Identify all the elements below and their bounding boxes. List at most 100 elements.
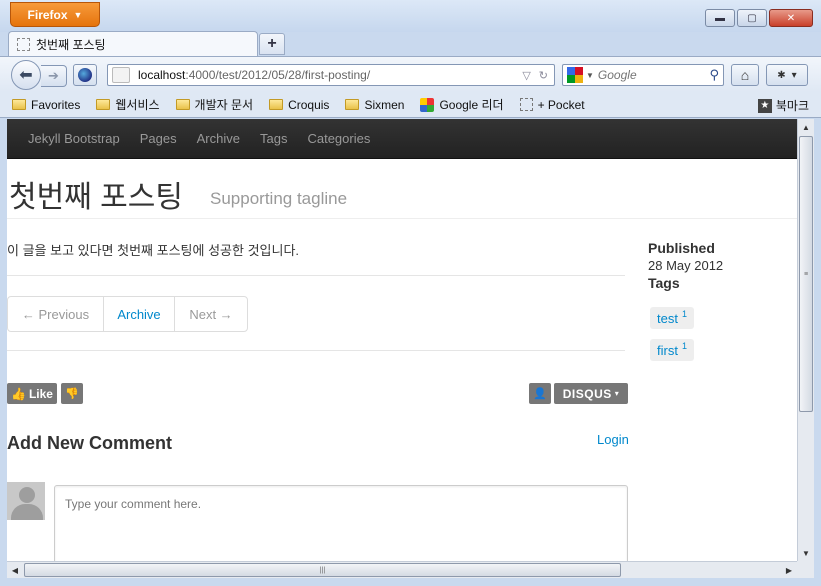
disqus-menu-button[interactable]: DISQUS ▾: [554, 383, 628, 404]
scroll-right-arrow-icon[interactable]: ▶: [781, 562, 797, 578]
site-navbar: Jekyll Bootstrap Pages Archive Tags Cate…: [7, 119, 797, 159]
address-bar[interactable]: localhost:4000/test/2012/05/28/first-pos…: [107, 64, 555, 86]
tools-button[interactable]: ✱ ▾: [766, 64, 808, 86]
avatar-body-icon: [11, 504, 43, 520]
bookmark-sixmen[interactable]: Sixmen: [345, 98, 404, 112]
disqus-logo-label: DISQUS: [562, 386, 612, 401]
globe-icon: [78, 68, 92, 82]
window-frame-left: [0, 119, 7, 586]
addon-icon: ✱: [777, 69, 786, 81]
url-actions: ▽ ↻: [522, 69, 554, 82]
tag-count: 1: [681, 341, 687, 351]
star-icon: ★: [757, 98, 772, 113]
bookmark-dev-docs[interactable]: 개발자 문서: [175, 96, 254, 113]
divider: [7, 275, 625, 276]
home-icon: ⌂: [740, 67, 750, 83]
back-arrow-icon: ⬅: [19, 67, 33, 84]
bookmark-croquis[interactable]: Croquis: [269, 98, 329, 112]
login-link[interactable]: Login: [597, 432, 629, 447]
home-button[interactable]: ⌂: [731, 64, 759, 86]
folder-icon: [175, 99, 190, 110]
horizontal-scroll-thumb[interactable]: |||: [24, 563, 621, 577]
addon-globe-button[interactable]: [73, 64, 97, 86]
page-tagline: Supporting tagline: [210, 189, 348, 208]
bookmark-web-services[interactable]: 웹서비스: [96, 96, 160, 113]
chevron-down-icon: ▾: [791, 69, 797, 81]
bookmark-label: 개발자 문서: [194, 98, 254, 112]
bookmarks-menu-button[interactable]: ★ 북마크: [757, 97, 809, 114]
thumbs-down-icon: 👎: [65, 388, 79, 400]
back-forward-group: ➔ ⬅: [11, 60, 69, 90]
window-controls: ▬ ▢ ✕: [705, 9, 813, 27]
nav-link-pages[interactable]: Pages: [140, 131, 177, 146]
minimize-button[interactable]: ▬: [705, 9, 735, 27]
window-frame-right: [814, 119, 821, 586]
disqus-user-button[interactable]: 👤: [529, 383, 551, 404]
bookmark-google-reader[interactable]: Google 리더: [420, 96, 504, 113]
pocket-icon: [519, 98, 533, 111]
reload-icon[interactable]: ↻: [539, 69, 548, 82]
new-tab-button[interactable]: +: [259, 33, 285, 55]
google-engine-icon[interactable]: [567, 67, 583, 83]
nav-link-archive[interactable]: Archive: [197, 131, 240, 146]
scroll-down-arrow-icon[interactable]: ▼: [798, 545, 814, 561]
add-comment-heading: Add New Comment: [7, 433, 173, 453]
scroll-left-arrow-icon[interactable]: ◀: [7, 562, 23, 578]
bookmark-favorites[interactable]: Favorites: [12, 98, 80, 112]
history-dropdown-icon[interactable]: ▽: [522, 69, 530, 82]
like-label: Like: [28, 386, 53, 401]
google-reader-icon: [420, 97, 435, 112]
maximize-button[interactable]: ▢: [737, 9, 767, 27]
bookmarks-toolbar: Favorites 웹서비스 개발자 문서 Croquis Sixmen Goo…: [0, 92, 821, 118]
vertical-scroll-thumb[interactable]: ≡: [799, 136, 813, 412]
chevron-down-icon: ▾: [614, 389, 620, 398]
forward-button[interactable]: ➔: [41, 65, 67, 87]
navigation-toolbar: ➔ ⬅ localhost:4000/test/2012/05/28/first…: [0, 56, 821, 92]
archive-link[interactable]: Archive: [104, 297, 175, 331]
firefox-menu-button[interactable]: Firefox ▼: [10, 2, 100, 27]
tag-test[interactable]: test 1: [650, 307, 694, 329]
avatar-head-icon: [19, 487, 35, 503]
divider: [7, 350, 625, 351]
bookmark-pocket[interactable]: + Pocket: [519, 97, 585, 112]
bookmark-label: Google 리더: [439, 98, 504, 112]
tag-first[interactable]: first 1: [650, 339, 694, 361]
url-host: localhost: [138, 68, 186, 82]
user-icon: 👤: [533, 388, 547, 400]
previous-post-link[interactable]: ← Previous: [8, 297, 104, 331]
horizontal-scrollbar[interactable]: ◀ ||| ▶: [7, 561, 797, 578]
browser-tab[interactable]: 첫번째 포스팅: [8, 31, 258, 57]
next-post-link[interactable]: Next →: [175, 297, 247, 331]
avatar: [7, 482, 45, 520]
firefox-menu-label: Firefox: [27, 7, 68, 22]
bookmark-label: Croquis: [288, 97, 330, 112]
vertical-scrollbar[interactable]: ▲ ≡ ▼: [797, 119, 814, 561]
engine-dropdown-icon[interactable]: ▼: [586, 71, 594, 80]
nav-link-tags[interactable]: Tags: [260, 131, 287, 146]
site-identity-icon[interactable]: [112, 67, 130, 83]
search-bar[interactable]: ▼ ⚲: [562, 64, 724, 86]
published-label: Published: [648, 240, 715, 256]
tag-name: first: [657, 342, 678, 358]
like-button[interactable]: 👍 Like: [7, 383, 57, 404]
page-title: 첫번째 포스팅: [9, 181, 183, 214]
back-button[interactable]: ⬅: [11, 60, 41, 90]
tag-name: test: [657, 310, 678, 326]
site-brand-link[interactable]: Jekyll Bootstrap: [28, 131, 120, 146]
comment-textarea[interactable]: Type your comment here.: [54, 485, 628, 561]
folder-icon: [96, 99, 111, 110]
dislike-button[interactable]: 👎: [61, 383, 83, 404]
bookmarks-menu-label: 북마크: [775, 99, 809, 113]
scroll-up-arrow-icon[interactable]: ▲: [798, 119, 814, 135]
search-input[interactable]: [597, 68, 698, 82]
tab-title: 첫번째 포스팅: [36, 38, 106, 52]
dropdown-arrow-icon: ▼: [73, 9, 83, 20]
bookmark-label: Sixmen: [364, 97, 405, 112]
close-window-button[interactable]: ✕: [769, 9, 813, 27]
bookmark-label: + Pocket: [537, 97, 585, 112]
folder-icon: [345, 99, 360, 110]
comment-placeholder: Type your comment here.: [65, 497, 202, 511]
page-header: 첫번째 포스팅 Supporting tagline: [7, 159, 797, 219]
nav-link-categories[interactable]: Categories: [307, 131, 370, 146]
search-icon[interactable]: ⚲: [709, 67, 719, 83]
